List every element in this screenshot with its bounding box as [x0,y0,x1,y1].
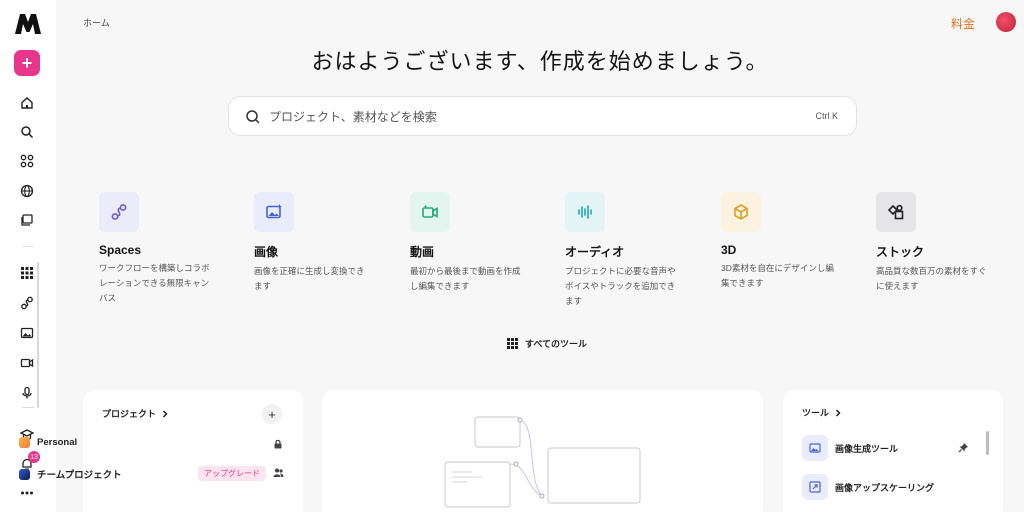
grid-icon [507,338,518,349]
video-icon[interactable] [18,354,36,372]
more-icon[interactable] [18,484,36,502]
tool-spaces[interactable]: Spaces ワークフローを構築しコラボレーションできる無限キャンバス [99,192,229,306]
image-icon [802,435,828,461]
tool-description: ワークフローを構築しコラボレーションできる無限キャンバス [99,263,210,303]
tool-description: 高品質な数百万の素材をすぐに使えます [876,266,987,291]
search-input[interactable] [269,107,789,127]
tool-image[interactable]: 画像 画像を正確に生成し変換できます [254,192,384,294]
spaces-icon [99,192,139,232]
stock-icon [876,192,916,232]
mic-icon[interactable] [18,384,36,402]
tool-video[interactable]: 動画 最初から最後まで動画を作成し編集できます [410,192,540,294]
search-icon [246,110,260,124]
avatar[interactable] [996,12,1016,32]
tools-title-label: ツール [802,408,830,418]
search-icon[interactable] [18,123,36,141]
tool-description: 3D素材を自在にデザインし編集できます [721,263,834,288]
audio-icon [565,192,605,232]
projects-title-label: プロジェクト [102,409,157,419]
sidebar: + 13 [0,0,56,512]
workflow-illustration [444,416,641,508]
tool-name: 3D [721,243,737,257]
pricing-link[interactable]: 料金 [951,15,975,32]
home-icon[interactable] [18,94,36,112]
sidebar-scrollbar[interactable] [37,262,39,408]
tool-description: 画像を正確に生成し変換できます [254,266,365,291]
spaces-icon[interactable] [18,294,36,312]
search-shortcut: Ctrl K [815,111,839,121]
tool-name: Spaces [99,243,142,257]
library-icon[interactable] [18,211,36,229]
tool-name: 動画 [410,245,435,259]
tool-description: プロジェクトに必要な音声やボイスやトラックを追加できます [565,266,676,306]
chevron-right-icon [835,408,841,417]
all-tools-label: すべてのツール [525,339,588,349]
tool-name: 画像 [254,245,279,259]
upscale-icon [802,474,828,500]
spaces-preview-card[interactable] [322,390,763,512]
tool-stock[interactable]: ストック 高品質な数百万の素材をすぐに使えます [876,192,1006,294]
lock-icon [274,439,282,449]
sidebar-divider [22,246,34,247]
tool-description: 最初から最後まで動画を作成し編集できます [410,266,521,291]
video-icon [410,192,450,232]
chevron-right-icon [162,409,168,418]
tool-3d[interactable]: 3D 3D素材を自在にデザインし編集できます [721,192,851,291]
image-icon[interactable] [18,324,36,342]
team-icon [273,468,284,477]
project-name: チームプロジェクト [37,470,122,481]
tool-item-label: 画像生成ツール [835,443,899,454]
tools-title[interactable]: ツール [802,406,843,419]
sidebar-divider [22,407,34,408]
project-name: Personal [37,437,78,448]
tools-card-scrollbar[interactable] [986,431,989,455]
pin-icon[interactable] [958,442,969,453]
cube-icon [721,192,761,232]
grid-icon[interactable] [18,264,36,282]
tool-audio[interactable]: オーディオ プロジェクトに必要な音声やボイスやトラックを追加できます [565,192,695,309]
add-project-button[interactable]: + [262,404,282,424]
app-logo[interactable] [14,13,42,35]
project-color-icon [19,468,30,480]
tool-name: ストック [876,245,925,259]
projects-title[interactable]: プロジェクト [102,407,170,420]
tool-name: オーディオ [565,245,625,259]
apps-icon[interactable] [18,152,36,170]
tool-item-image-upscaling[interactable]: 画像アップスケーリング [802,474,934,500]
tool-item-image-generator[interactable]: 画像生成ツール [802,435,898,461]
page-title: おはようございます、作成を始めましょう。 [311,49,769,74]
globe-icon[interactable] [18,182,36,200]
image-icon [254,192,294,232]
notification-badge: 13 [28,451,40,463]
breadcrumb[interactable]: ホーム [83,16,110,29]
project-color-icon [19,437,30,448]
project-item-team[interactable]: チームプロジェクト [19,467,122,481]
project-item-personal[interactable]: Personal [19,437,77,448]
all-tools-button[interactable]: すべてのツール [507,337,587,350]
tool-item-label: 画像アップスケーリング [835,482,935,493]
upgrade-badge[interactable]: アップグレード [198,466,266,481]
search-bar[interactable]: Ctrl K [228,96,857,136]
